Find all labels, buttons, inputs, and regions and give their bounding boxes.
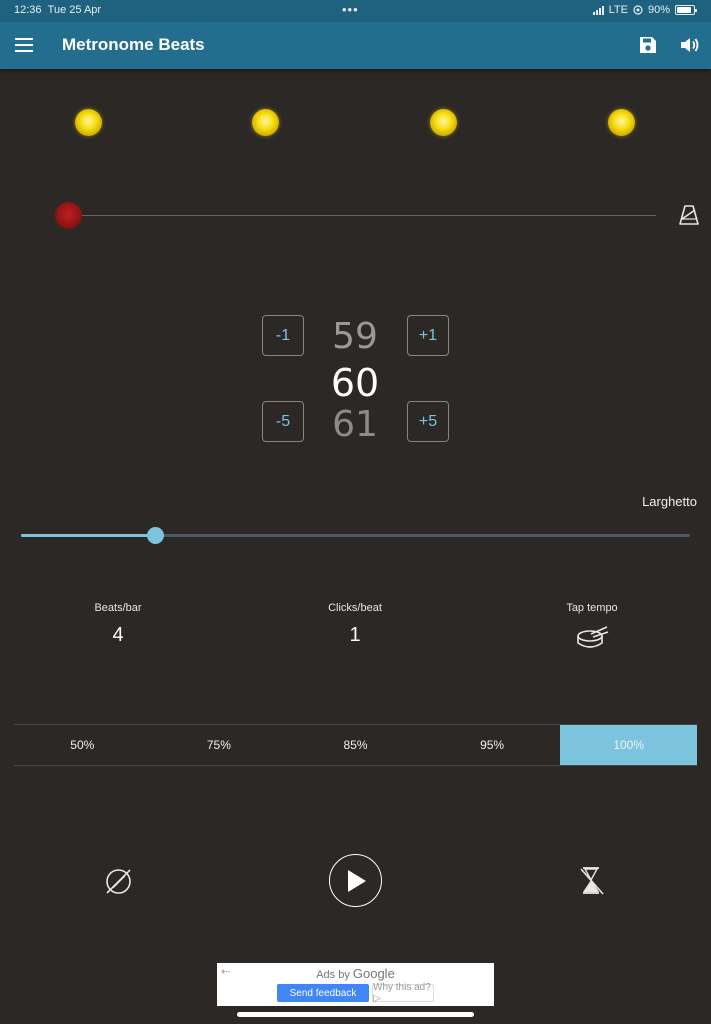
- minus-5-button[interactable]: -5: [262, 401, 304, 442]
- why-this-ad-button[interactable]: Why this ad? ▷: [372, 982, 434, 1004]
- ad-title: Ads by Google: [217, 966, 494, 981]
- volume-icon[interactable]: [680, 36, 700, 54]
- tempo-slider-fill: [21, 534, 155, 537]
- status-right: LTE 90%: [592, 4, 697, 16]
- tempo-slider[interactable]: [21, 527, 690, 544]
- percent-option-50[interactable]: 50%: [14, 725, 151, 765]
- ads-by-label: Ads by: [316, 969, 353, 981]
- tempo-slider-thumb[interactable]: [146, 527, 164, 544]
- tap-tempo-setting[interactable]: Tap tempo: [512, 602, 672, 657]
- clicks-per-beat-label: Clicks/beat: [328, 602, 382, 614]
- status-time: 12:36: [14, 4, 42, 16]
- battery-percent: 90%: [647, 4, 670, 16]
- plus-5-button[interactable]: +5: [407, 401, 449, 442]
- status-time-date: 12:36 Tue 25 Apr: [14, 4, 101, 16]
- plus-1-button[interactable]: +1: [407, 315, 449, 356]
- metronome-screen: 12:36 Tue 25 Apr ••• LTE 90% Metronome B…: [0, 0, 711, 1024]
- bpm-previous[interactable]: 59: [310, 316, 400, 357]
- app-title: Metronome Beats: [62, 35, 205, 54]
- battery-icon: [675, 5, 697, 15]
- network-label: LTE: [608, 4, 628, 16]
- menu-icon[interactable]: [15, 38, 33, 52]
- signal-icon: [592, 5, 604, 15]
- timer-off-icon[interactable]: [578, 866, 606, 896]
- bpm-next[interactable]: 61: [310, 404, 400, 445]
- pendulum-ball: [55, 202, 82, 229]
- beat-indicator-2: [252, 109, 279, 136]
- minus-1-button[interactable]: -1: [262, 315, 304, 356]
- play-icon: [347, 869, 366, 892]
- bpm-current[interactable]: 60: [310, 361, 400, 405]
- orientation-lock-icon: [633, 5, 643, 15]
- status-bar: 12:36 Tue 25 Apr ••• LTE 90%: [0, 0, 711, 22]
- beats-per-bar-setting[interactable]: Beats/bar 4: [38, 602, 198, 647]
- percent-option-100[interactable]: 100%: [560, 725, 697, 765]
- app-bar: Metronome Beats: [0, 22, 711, 69]
- battery-fill: [677, 7, 692, 13]
- multitask-dots[interactable]: •••: [342, 2, 359, 17]
- percent-option-95[interactable]: 95%: [424, 725, 561, 765]
- tap-tempo-label: Tap tempo: [566, 602, 618, 614]
- tempo-name: Larghetto: [642, 494, 697, 509]
- clicks-per-beat-setting[interactable]: Clicks/beat 1: [275, 602, 435, 647]
- beat-indicator-3: [430, 109, 457, 136]
- percent-option-75[interactable]: 75%: [151, 725, 288, 765]
- clicks-per-beat-value: 1: [349, 624, 361, 646]
- google-label: Google: [352, 966, 395, 981]
- play-button[interactable]: [329, 854, 382, 907]
- send-feedback-button[interactable]: Send feedback: [277, 984, 369, 1002]
- no-accent-icon[interactable]: [103, 866, 134, 897]
- pendulum-track: [68, 215, 656, 216]
- status-date: Tue 25 Apr: [47, 4, 102, 16]
- save-icon[interactable]: [639, 36, 657, 54]
- ad-banner[interactable]: ⇠ Ads by Google Send feedback Why this a…: [217, 963, 494, 1006]
- beat-indicator-4: [608, 109, 635, 136]
- beats-per-bar-value: 4: [112, 624, 124, 646]
- percent-option-85[interactable]: 85%: [287, 725, 424, 765]
- home-indicator[interactable]: [237, 1012, 474, 1017]
- drum-icon: [577, 626, 609, 648]
- beat-indicator-1: [75, 109, 102, 136]
- volume-percent-bar: 50% 75% 85% 95% 100%: [14, 724, 697, 766]
- beats-per-bar-label: Beats/bar: [94, 602, 142, 614]
- metronome-icon[interactable]: [678, 204, 700, 226]
